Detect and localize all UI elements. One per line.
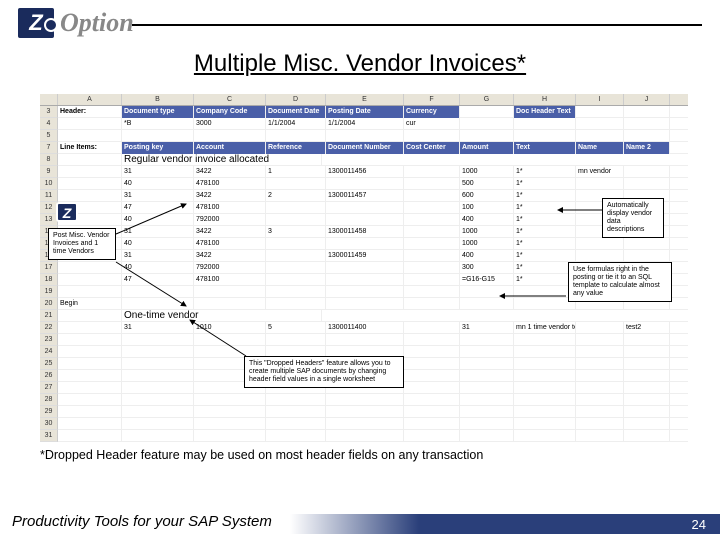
footer: Productivity Tools for your SAP System 2… [0, 508, 720, 534]
mini-logo-icon: Z [56, 202, 78, 222]
arrow-2 [116, 260, 196, 310]
arrow-5 [186, 316, 256, 360]
col-I: I [576, 94, 624, 105]
col-B: B [122, 94, 194, 105]
arrow-1 [116, 200, 196, 240]
callout-formulas: Use formulas right in the posting or tie… [568, 262, 672, 302]
col-corner [40, 94, 58, 105]
footnote: *Dropped Header feature may be used on m… [40, 448, 702, 462]
footer-page-number: 24 [692, 517, 706, 532]
col-C: C [194, 94, 266, 105]
header-divider [132, 24, 702, 26]
col-F: F [404, 94, 460, 105]
callout-dropped-headers: This "Dropped Headers" feature allows yo… [244, 356, 404, 388]
col-D: D [266, 94, 326, 105]
col-J: J [624, 94, 670, 105]
column-header-row: A B C D E F G H I J [40, 94, 688, 106]
arrow-3 [556, 202, 606, 218]
brand-logo: Option [18, 8, 134, 38]
logo-dot-icon [44, 18, 58, 32]
footer-text: Productivity Tools for your SAP System [12, 513, 272, 530]
col-H: H [514, 94, 576, 105]
arrow-4 [498, 288, 570, 304]
col-E: E [326, 94, 404, 105]
col-G: G [460, 94, 514, 105]
brand-name: Option [60, 8, 134, 38]
col-A: A [58, 94, 122, 105]
footer-band [290, 514, 720, 534]
page-title: Multiple Misc. Vendor Invoices* [0, 50, 720, 78]
callout-auto-display: Automatically display vendor data descri… [602, 198, 664, 238]
callout-post-misc: Post Misc. Vendor Invoices and 1 time Ve… [48, 228, 116, 260]
